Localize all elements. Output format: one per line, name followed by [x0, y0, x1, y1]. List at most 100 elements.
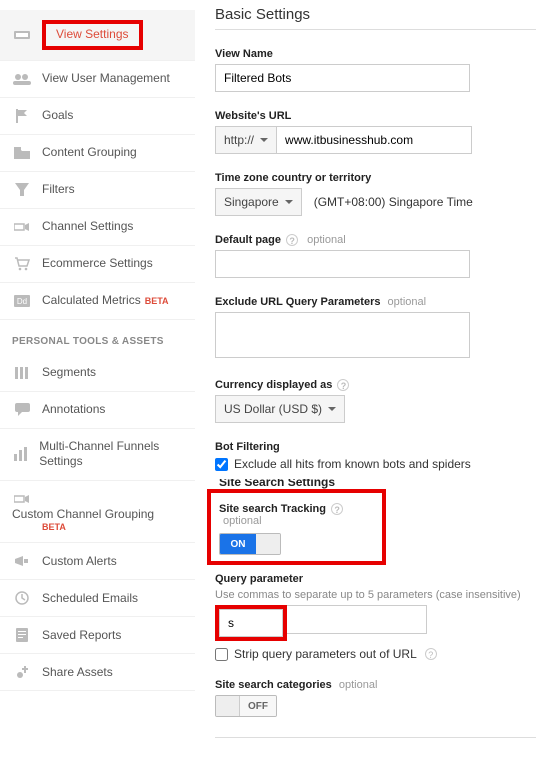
- query-param-label: Query parameter: [215, 573, 536, 585]
- nav-label: Saved Reports: [42, 628, 121, 644]
- protocol-select[interactable]: http://: [215, 126, 277, 154]
- strip-query-label: Strip query parameters out of URL: [234, 647, 417, 661]
- nav-ecommerce[interactable]: Ecommerce Settings: [0, 246, 195, 283]
- site-search-toggle[interactable]: ON: [219, 533, 281, 555]
- field-website-url: Website's URL http://: [215, 110, 536, 154]
- help-icon[interactable]: ?: [337, 379, 349, 391]
- strip-query-checkbox[interactable]: [215, 648, 228, 661]
- folder-icon: [12, 145, 32, 161]
- view-name-label: View Name: [215, 48, 536, 60]
- bot-filtering-label: Bot Filtering: [215, 441, 536, 453]
- divider: [215, 737, 536, 738]
- nav-segments[interactable]: Segments: [0, 355, 195, 392]
- flag-icon: [12, 108, 32, 124]
- field-exclude-params: Exclude URL Query Parameters optional: [215, 296, 536, 361]
- categories-label: Site search categories: [215, 679, 332, 691]
- bars-icon: [12, 446, 29, 462]
- website-url-label: Website's URL: [215, 110, 536, 122]
- page-title: Basic Settings: [215, 6, 536, 30]
- nav-label: Ecommerce Settings: [42, 256, 153, 272]
- nav-user-management[interactable]: View User Management: [0, 61, 195, 98]
- nav-channel-settings[interactable]: Channel Settings: [0, 209, 195, 246]
- currency-select[interactable]: US Dollar (USD $): [215, 395, 345, 423]
- document-icon: [12, 627, 32, 643]
- default-page-input[interactable]: [215, 250, 470, 278]
- channel-icon: [12, 491, 32, 507]
- nav-label: Custom Alerts: [42, 554, 117, 570]
- field-site-search-categories: Site search categories optional OFF: [215, 679, 536, 719]
- timezone-text: (GMT+08:00) Singapore Time: [314, 195, 473, 209]
- field-query-param: Query parameter Use commas to separate u…: [215, 573, 536, 661]
- sidebar: View Settings View User Management Goals…: [0, 0, 195, 758]
- cart-icon: [12, 256, 32, 272]
- optional-text: optional: [388, 296, 427, 308]
- nav-label: Scheduled Emails: [42, 591, 138, 607]
- nav-scheduled-emails[interactable]: Scheduled Emails: [0, 580, 195, 617]
- nav-label: Calculated Metrics: [42, 293, 141, 309]
- caret-down-icon: [260, 138, 268, 142]
- currency-label: Currency displayed as: [215, 379, 332, 391]
- nav-saved-reports[interactable]: Saved Reports: [0, 617, 195, 654]
- nav-label: View User Management: [42, 71, 170, 87]
- view-icon: [12, 27, 32, 43]
- clock-icon: [12, 590, 32, 606]
- main-content: Basic Settings View Name Website's URL h…: [195, 0, 546, 758]
- speech-icon: [12, 402, 32, 418]
- nav-goals[interactable]: Goals: [0, 98, 195, 135]
- highlight-query-input: [215, 605, 287, 641]
- view-name-input[interactable]: [215, 64, 470, 92]
- personal-tools-header: PERSONAL TOOLS & ASSETS: [0, 320, 195, 355]
- nav-share-assets[interactable]: Share Assets: [0, 654, 195, 691]
- users-icon: [12, 71, 32, 87]
- field-bot-filtering: Bot Filtering Exclude all hits from know…: [215, 441, 536, 471]
- nav-content-grouping[interactable]: Content Grouping: [0, 135, 195, 172]
- website-url-input[interactable]: [277, 126, 472, 154]
- metrics-icon: Dd: [12, 293, 32, 309]
- megaphone-icon: [12, 553, 32, 569]
- optional-text: optional: [223, 515, 262, 527]
- nav-label: Multi-Channel Funnels Settings: [39, 439, 183, 470]
- timezone-country-select[interactable]: Singapore: [215, 188, 302, 216]
- nav-label: Annotations: [42, 402, 105, 418]
- nav-label: Custom Channel Grouping: [12, 507, 154, 523]
- nav-label: Segments: [42, 365, 96, 381]
- highlight-site-search: Site Search Settings Site search Trackin…: [207, 489, 386, 565]
- categories-toggle[interactable]: OFF: [215, 695, 277, 717]
- nav-custom-channel[interactable]: Custom Channel Grouping BETA: [0, 481, 195, 544]
- nav-custom-alerts[interactable]: Custom Alerts: [0, 543, 195, 580]
- optional-text: optional: [307, 234, 346, 246]
- channel-icon: [12, 219, 32, 235]
- share-icon: [12, 664, 32, 680]
- query-param-note: Use commas to separate up to 5 parameter…: [215, 589, 536, 601]
- timezone-label: Time zone country or territory: [215, 172, 536, 184]
- help-icon[interactable]: ?: [331, 503, 343, 515]
- exclude-params-label: Exclude URL Query Parameters: [215, 296, 380, 308]
- funnel-icon: [12, 182, 32, 198]
- nav-label: Goals: [42, 108, 73, 124]
- nav-calculated-metrics[interactable]: Dd Calculated Metrics BETA: [0, 283, 195, 320]
- nav-label: Channel Settings: [42, 219, 133, 235]
- site-search-settings-header: Site Search Settings: [219, 479, 335, 489]
- field-view-name: View Name: [215, 48, 536, 92]
- caret-down-icon: [328, 407, 336, 411]
- nav-annotations[interactable]: Annotations: [0, 392, 195, 429]
- default-page-label: Default page: [215, 234, 281, 246]
- query-param-input[interactable]: [219, 609, 283, 637]
- caret-down-icon: [285, 200, 293, 204]
- nav-filters[interactable]: Filters: [0, 172, 195, 209]
- bot-filtering-checkbox[interactable]: [215, 458, 228, 471]
- nav-label: View Settings: [56, 27, 129, 41]
- nav-mcf[interactable]: Multi-Channel Funnels Settings: [0, 429, 195, 481]
- site-search-label: Site search Tracking: [219, 503, 326, 515]
- nav-view-settings[interactable]: View Settings: [0, 10, 195, 61]
- field-timezone: Time zone country or territory Singapore…: [215, 172, 536, 216]
- nav-label: Filters: [42, 182, 75, 198]
- help-icon[interactable]: ?: [425, 648, 437, 660]
- beta-badge: BETA: [42, 522, 183, 532]
- beta-badge: BETA: [145, 296, 169, 306]
- exclude-params-input[interactable]: [215, 312, 470, 358]
- field-default-page: Default page ? optional: [215, 234, 536, 278]
- segments-icon: [12, 365, 32, 381]
- help-icon[interactable]: ?: [286, 234, 298, 246]
- nav-label: Share Assets: [42, 665, 113, 681]
